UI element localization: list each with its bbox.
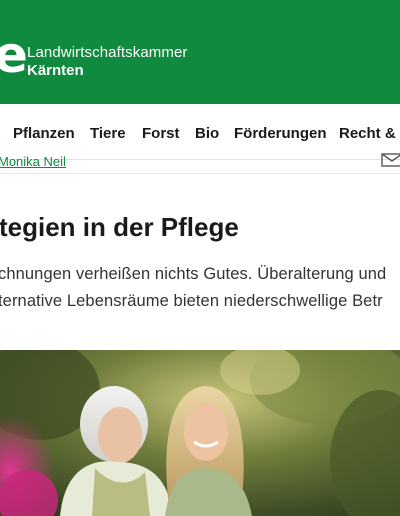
site-header: e Landwirtschaftskammer Kärnten — [0, 0, 400, 104]
brand-region[interactable]: Kärnten — [27, 62, 84, 79]
author-link[interactable]: Monika Neil — [0, 154, 66, 169]
nav-item-tiere[interactable]: Tiere — [90, 125, 126, 142]
nav-item-forst[interactable]: Forst — [142, 125, 180, 142]
brand-name[interactable]: Landwirtschaftskammer — [27, 44, 188, 61]
article-lead-line-2: ternative Lebensräume bieten niederschwe… — [0, 292, 383, 310]
envelope-icon[interactable] — [381, 153, 400, 167]
nav-item-bio[interactable]: Bio — [195, 125, 219, 142]
nav-item-pflanzen[interactable]: Pflanzen — [13, 125, 75, 142]
article-lead-line-1: chnungen verheißen nichts Gutes. Überalt… — [0, 265, 387, 283]
article-title: tegien in der Pflege — [0, 212, 239, 242]
article-meta: Monika Neil — [0, 150, 400, 174]
nav-item-foerderungen[interactable]: Förderungen — [234, 125, 327, 142]
hero-image — [0, 350, 400, 516]
nav-item-recht[interactable]: Recht & S — [339, 125, 400, 142]
logo-mark[interactable]: e — [0, 30, 28, 80]
